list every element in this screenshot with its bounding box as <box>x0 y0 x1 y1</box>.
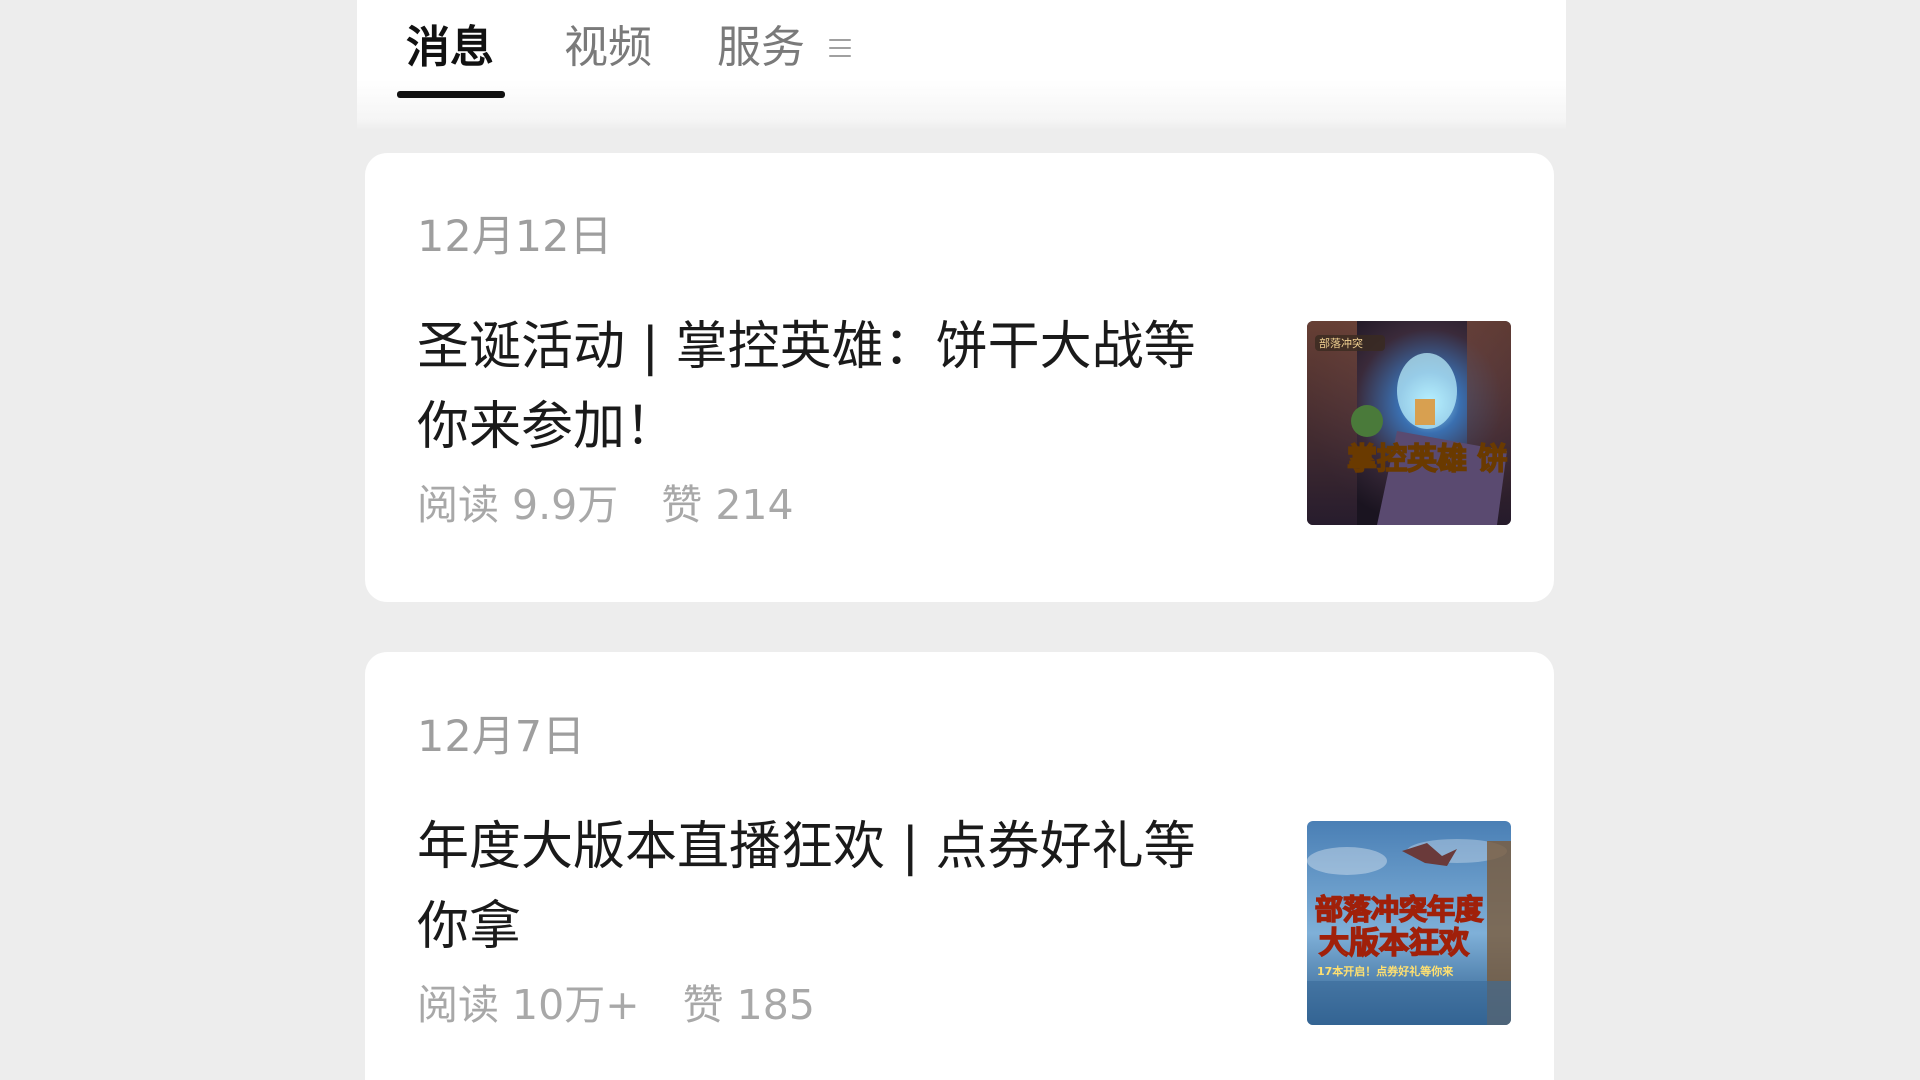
menu-icon[interactable] <box>829 37 851 59</box>
article-title[interactable]: 圣诞活动 | 掌控英雄：饼干大战等 你来参加！ <box>417 307 1237 467</box>
article-title-line: 你来参加！ <box>417 397 678 457</box>
official-account-panel: 消息 视频 服务 12月12日 圣诞活动 | 掌控英雄：饼干大战等 你来参加！ … <box>357 0 1566 1080</box>
article-date: 12月12日 <box>417 212 613 262</box>
read-count: 阅读 10万+ <box>417 981 640 1029</box>
article-title-line: 你拿 <box>417 897 522 957</box>
article-thumbnail[interactable]: 部落冲突年度 大版本狂欢 17本开启！点券好礼等你来 <box>1307 821 1511 1025</box>
tab-bar: 消息 视频 服务 <box>357 0 1566 130</box>
article-card[interactable]: 12月7日 年度大版本直播狂欢 | 点券好礼等 你拿 阅读 10万+ 赞 185 <box>365 652 1554 1080</box>
active-tab-indicator <box>397 91 505 98</box>
article-card[interactable]: 12月12日 圣诞活动 | 掌控英雄：饼干大战等 你来参加！ 阅读 9.9万 赞… <box>365 153 1554 602</box>
article-date: 12月7日 <box>417 712 586 762</box>
article-title[interactable]: 年度大版本直播狂欢 | 点券好礼等 你拿 <box>417 807 1237 967</box>
article-thumbnail[interactable]: 部落冲突 掌控英雄 饼 <box>1307 321 1511 525</box>
article-title-line: 年度大版本直播狂欢 | 点券好礼等 <box>417 817 1196 877</box>
article-title-line: 圣诞活动 | 掌控英雄：饼干大战等 <box>417 317 1196 377</box>
read-count: 阅读 9.9万 <box>417 481 619 529</box>
game-scene-image: 部落冲突 掌控英雄 饼 <box>1307 321 1511 525</box>
like-count: 赞 185 <box>682 981 815 1029</box>
thumbnail-badge: 部落冲突 <box>1319 336 1363 350</box>
tab-videos[interactable]: 视频 <box>564 18 652 78</box>
game-poster-image: 部落冲突年度 大版本狂欢 17本开启！点券好礼等你来 <box>1307 821 1511 1025</box>
thumbnail-caption-2: 大版本狂欢 <box>1319 926 1470 961</box>
article-stats: 阅读 9.9万 赞 214 <box>417 477 824 533</box>
thumbnail-caption-3: 17本开启！点券好礼等你来 <box>1317 964 1454 978</box>
like-count: 赞 214 <box>661 481 794 529</box>
thumbnail-caption: 掌控英雄 饼 <box>1347 442 1507 477</box>
tab-messages[interactable]: 消息 <box>406 18 494 78</box>
tab-services[interactable]: 服务 <box>717 18 805 78</box>
article-stats: 阅读 10万+ 赞 185 <box>417 977 845 1033</box>
thumbnail-caption-1: 部落冲突年度 <box>1315 893 1483 926</box>
